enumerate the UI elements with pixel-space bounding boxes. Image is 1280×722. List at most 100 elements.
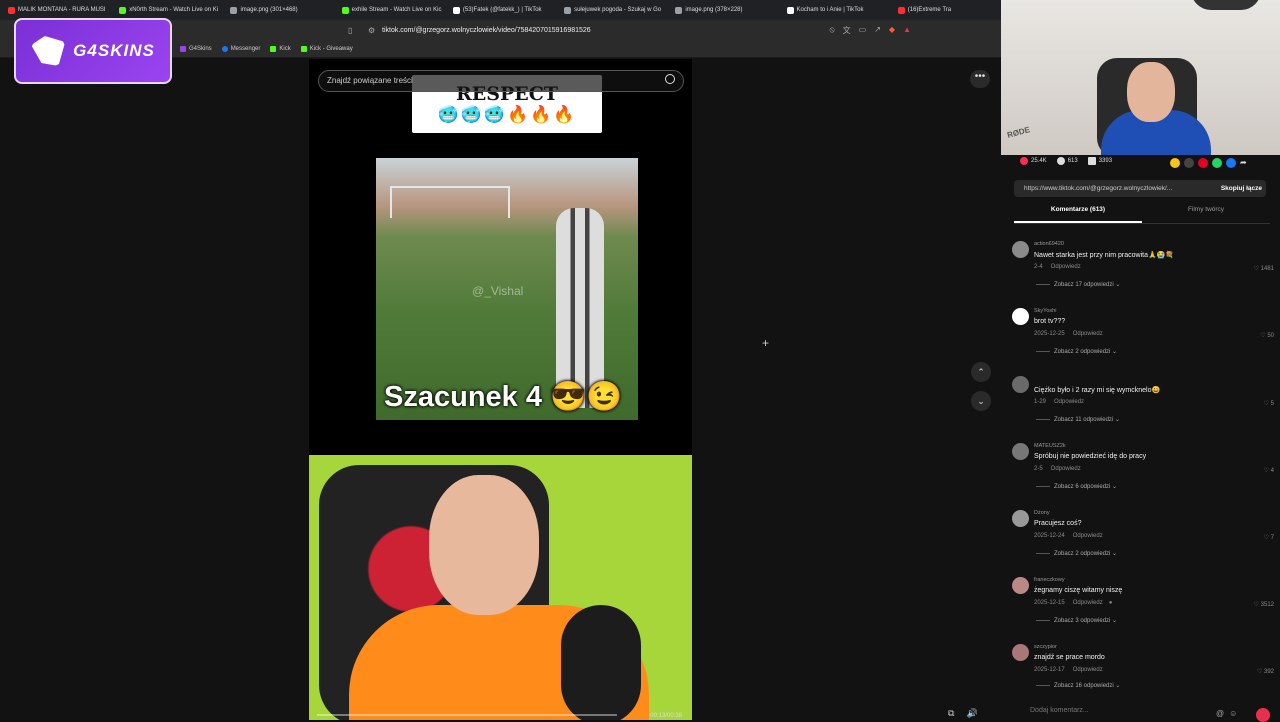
reply-button[interactable]: Odpowiedz (1073, 533, 1103, 539)
avatar[interactable] (1012, 510, 1029, 527)
globe-favicon-icon (230, 6, 238, 14)
avatar[interactable] (1012, 577, 1029, 594)
forward-share-icon[interactable]: ➦ (1240, 158, 1250, 168)
kick-favicon-icon (119, 6, 127, 14)
bookmark-g4skins[interactable]: G4Skins (180, 45, 212, 52)
url-field[interactable]: tiktok.com/@grzegorz.wolnyczlowiek/video… (382, 27, 591, 34)
comment-stat[interactable]: 613 (1056, 157, 1078, 165)
reply-button[interactable]: Odpowiedz (1051, 264, 1081, 270)
browser-tab[interactable]: (53)Fatek (@fatekk_) | TikTok (445, 0, 556, 20)
chevron-down-icon: ⌄ (1113, 417, 1120, 423)
tiktok-favicon-icon (452, 6, 460, 14)
embed-icon[interactable] (1184, 158, 1194, 168)
heart-outline-icon: ♡ (1256, 669, 1264, 675)
reply-button[interactable]: Odpowiedz (1054, 399, 1084, 405)
share-icon[interactable]: ↗ (874, 25, 881, 36)
bookmark-kick-giveaway[interactable]: Kick - Giveaway (300, 45, 353, 52)
translate-icon[interactable]: 文 (843, 25, 851, 36)
comment-likes[interactable]: ♡ 4 (1264, 467, 1274, 474)
comment-tabs: Komentarze (613) Filmy twórcy (1014, 206, 1270, 224)
tracking-icon[interactable]: ⦸ (829, 25, 834, 36)
browser-tab[interactable]: xN0rth Stream - Watch Live on Ki (111, 0, 222, 20)
browser-tab[interactable]: sułejuwek pogoda - Szukaj w Go (556, 0, 667, 20)
reply-button[interactable]: Odpowiedz (1051, 466, 1081, 472)
comment-likes[interactable]: ♡ 7 (1264, 534, 1274, 541)
bookmark-messenger[interactable]: Messenger (221, 45, 260, 52)
comment-likes[interactable]: ♡ 1481 (1254, 265, 1274, 272)
tab-creator-videos[interactable]: Filmy twórcy (1142, 206, 1270, 223)
avatar[interactable] (1012, 241, 1029, 258)
share-icons: ➦ (1170, 158, 1250, 168)
avatar[interactable] (1012, 443, 1029, 460)
pinterest-share-icon[interactable] (1198, 158, 1208, 168)
search-icon[interactable] (665, 74, 675, 84)
facebook-share-icon[interactable] (1226, 158, 1236, 168)
copy-link-button[interactable]: Skopiuj łącze (1221, 180, 1262, 197)
comment-username[interactable]: szczypior (1034, 644, 1057, 650)
browser-tab[interactable]: Kocham to i Anie | TikTok (779, 0, 890, 20)
avatar[interactable] (1012, 644, 1029, 661)
comment-meta: 1-29 Odpowiedz (1034, 399, 1085, 405)
video-link-row: https://www.tiktok.com/@grzegorz.wolnycz… (1014, 180, 1266, 197)
streamer-head (1127, 62, 1175, 122)
cast-icon[interactable]: ▭ (859, 25, 867, 36)
pip-icon[interactable]: ⧉ (948, 708, 954, 719)
brave-shield-icon[interactable]: ◆ (889, 25, 895, 36)
view-replies-button[interactable]: Zobacz 2 odpowiedzi ⌄ (1036, 348, 1117, 355)
view-replies-button[interactable]: Zobacz 2 odpowiedzi ⌄ (1036, 550, 1117, 557)
view-replies-button[interactable]: Zobacz 11 odpowiedzi ⌄ (1036, 416, 1120, 423)
reply-button[interactable]: Odpowiedz (1073, 667, 1103, 673)
search-input[interactable]: Znajdź powiązane treści (327, 76, 413, 85)
related-content-search[interactable]: Znajdź powiązane treści (318, 70, 684, 92)
tab-comments[interactable]: Komentarze (613) (1014, 206, 1142, 223)
comment-text: Nawet starka jest przy nim pracowita🙏😭💐 (1034, 252, 1175, 259)
chevron-down-icon: ⌄ (1113, 282, 1121, 288)
browser-tab[interactable]: image.png (301×468) (222, 0, 333, 20)
comment-username[interactable]: action69420 (1034, 241, 1064, 247)
site-settings-icon[interactable]: ⚙ (368, 26, 375, 35)
browser-tab[interactable]: exhile Stream - Watch Live on Kic (334, 0, 445, 20)
streamer-camera: RØDE (1001, 0, 1280, 155)
browser-tab[interactable]: (16)Extreme Tra (890, 0, 1001, 20)
lamp (1191, 0, 1261, 10)
previous-video-button[interactable]: ⌃ (971, 362, 991, 382)
reply-button[interactable]: Odpowiedz (1073, 600, 1103, 606)
comment-username[interactable]: franeczkowy (1034, 577, 1065, 583)
comment-meta: 2025-12-15 Odpowiedz ● (1034, 600, 1113, 606)
avatar[interactable] (1012, 376, 1029, 393)
comment-likes[interactable]: ♡ 392 (1257, 668, 1274, 675)
comment-username[interactable]: SkyYoshi (1034, 308, 1056, 314)
like-stat[interactable]: 25.4K (1020, 157, 1047, 165)
volume-icon[interactable]: 🔊 (966, 708, 977, 719)
video-link-text[interactable]: https://www.tiktok.com/@grzegorz.wolnycz… (1024, 185, 1172, 192)
browser-tab[interactable]: image.png (378×228) (667, 0, 778, 20)
comment-username[interactable]: MATEUSZ2k (1034, 443, 1066, 449)
more-options-button[interactable]: ••• (970, 70, 990, 88)
view-replies-button[interactable]: Zobacz 17 odpowiedzi ⌄ (1036, 281, 1120, 288)
comment-likes[interactable]: ♡ 3512 (1254, 601, 1274, 608)
g4skins-overlay-logo: G4SKINS (14, 18, 172, 84)
comment-text: Spróbuj nie powiedzieć idę do pracy (1034, 453, 1147, 460)
reply-button[interactable]: Odpowiedz (1073, 331, 1103, 337)
comment-username[interactable]: Dżony (1034, 510, 1050, 516)
comment-likes[interactable]: ♡ 50 (1260, 332, 1274, 339)
avatar[interactable] (1012, 308, 1029, 325)
comment-likes[interactable]: ♡ 5 (1264, 400, 1274, 407)
emoji-icon[interactable]: ☺ (1229, 709, 1237, 718)
browser-tab[interactable]: MALIK MONTANA - RURA MUSI (0, 0, 111, 20)
kick-favicon-icon (341, 6, 349, 14)
view-replies-button[interactable]: Zobacz 16 odpowiedzi ⌄ (1036, 682, 1120, 689)
view-replies-button[interactable]: Zobacz 6 odpowiedzi ⌄ (1036, 483, 1117, 490)
video-progress-bar[interactable] (317, 714, 617, 716)
comment-meta: 2-5 Odpowiedz (1034, 466, 1081, 472)
save-stat[interactable]: 3393 (1087, 157, 1112, 165)
whatsapp-share-icon[interactable] (1212, 158, 1222, 168)
bookmark-star-icon[interactable]: ▯ (348, 26, 352, 35)
view-replies-button[interactable]: Zobacz 3 odpowiedzi ⌄ (1036, 617, 1117, 624)
rewards-icon[interactable]: ▲ (903, 25, 911, 36)
comment-meta: 2025-12-25 Odpowiedz (1034, 331, 1103, 337)
emoji-share-icon[interactable] (1170, 158, 1180, 168)
bookmark-kick[interactable]: Kick (270, 45, 291, 52)
mention-icon[interactable]: @ (1216, 709, 1224, 718)
next-video-button[interactable]: ⌄ (971, 391, 991, 411)
